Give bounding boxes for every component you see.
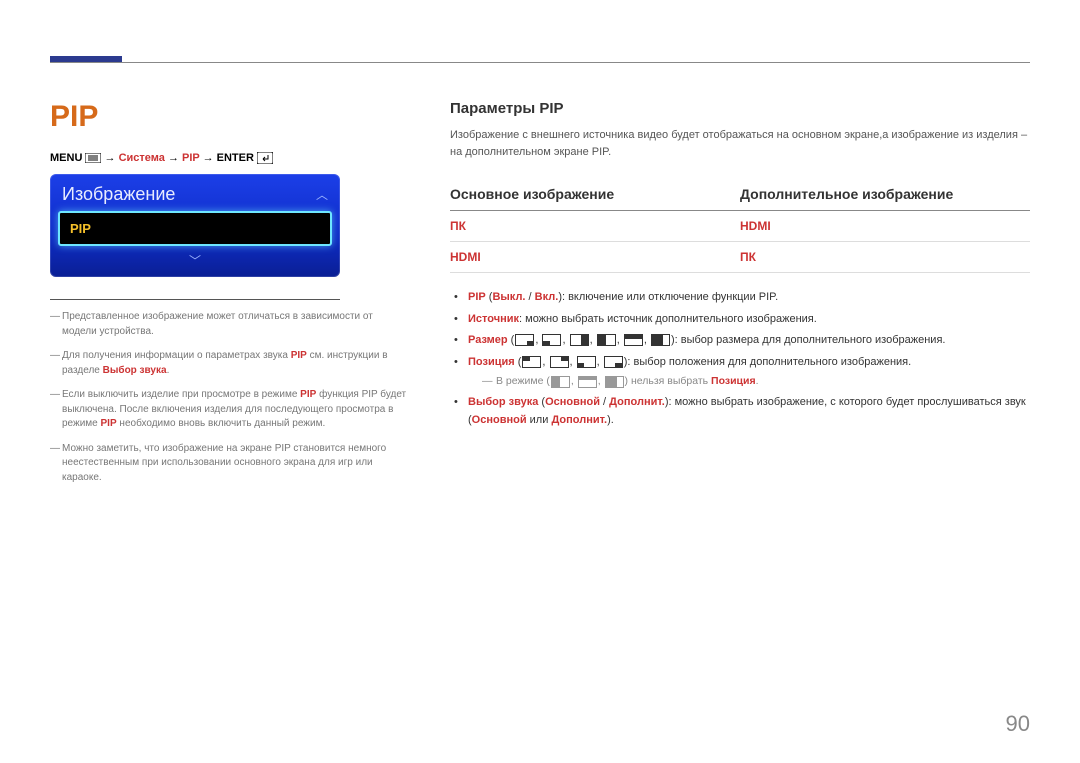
footnote: Если выключить изделие при просмотре в р… bbox=[50, 388, 410, 432]
osd-heading: Изображение bbox=[62, 184, 316, 205]
menu-path: MENU → Система → PIP → ENTER bbox=[50, 152, 410, 164]
table-header: Основное изображение Дополнительное изоб… bbox=[450, 178, 1030, 211]
right-column: Параметры PIP Изображение с внешнего ист… bbox=[450, 100, 1030, 433]
osd-selected-item: PIP bbox=[58, 211, 332, 246]
options-list: PIP (Выкл. / Вкл.): включение или отключ… bbox=[450, 289, 1030, 429]
chevron-down-icon: ﹀ bbox=[50, 252, 340, 277]
bc-enter: ENTER bbox=[217, 152, 254, 164]
header-rule bbox=[50, 62, 1030, 63]
table-row: HDMI ПК bbox=[450, 242, 1030, 273]
position-icon bbox=[550, 356, 569, 368]
osd-preview: Изображение ︿ PIP ﹀ bbox=[50, 174, 340, 277]
enter-icon bbox=[257, 152, 273, 164]
header-accent bbox=[50, 56, 122, 62]
arrow-icon: → bbox=[105, 152, 119, 164]
col-main: Основное изображение bbox=[450, 186, 614, 202]
col-sub: Дополнительное изображение bbox=[740, 186, 953, 202]
list-item: Выбор звука (Основной / Дополнит.): можн… bbox=[454, 394, 1030, 429]
notes-divider bbox=[50, 299, 340, 300]
page-title: PIP bbox=[50, 100, 410, 134]
footnote: Для получения информации о параметрах зв… bbox=[50, 349, 410, 378]
mode-icon bbox=[605, 376, 624, 388]
list-item: Источник: можно выбрать источник дополни… bbox=[454, 311, 1030, 329]
source-table: Основное изображение Дополнительное изоб… bbox=[450, 178, 1030, 273]
arrow-icon: → bbox=[203, 152, 217, 164]
bc-menu: MENU bbox=[50, 152, 82, 164]
footnote: Представленное изображение может отличат… bbox=[50, 310, 410, 339]
menu-icon bbox=[85, 152, 101, 164]
size-icon bbox=[542, 334, 561, 346]
position-icon bbox=[522, 356, 541, 368]
size-icon bbox=[515, 334, 534, 346]
table-row: ПК HDMI bbox=[450, 211, 1030, 242]
size-icon bbox=[624, 334, 643, 346]
list-item: PIP (Выкл. / Вкл.): включение или отключ… bbox=[454, 289, 1030, 307]
bc-system: Система bbox=[119, 152, 165, 164]
cell: HDMI bbox=[740, 211, 1030, 242]
size-icon bbox=[570, 334, 589, 346]
list-item: Размер (, , , , , ): выбор размера для д… bbox=[454, 332, 1030, 350]
chevron-up-icon: ︿ bbox=[316, 186, 328, 203]
position-icon bbox=[577, 356, 596, 368]
section-heading: Параметры PIP bbox=[450, 100, 1030, 117]
page-number: 90 bbox=[1006, 711, 1030, 737]
position-icon bbox=[604, 356, 623, 368]
mode-icon bbox=[578, 376, 597, 388]
footnote: Можно заметить, что изображение на экран… bbox=[50, 442, 410, 486]
list-item: Позиция (, , , ): выбор положения для до… bbox=[454, 354, 1030, 390]
cell: HDMI bbox=[450, 242, 740, 273]
size-icon bbox=[651, 334, 670, 346]
section-intro: Изображение с внешнего источника видео б… bbox=[450, 127, 1030, 160]
mode-icon bbox=[551, 376, 570, 388]
arrow-icon: → bbox=[168, 152, 182, 164]
cell: ПК bbox=[740, 242, 1030, 273]
bc-pip: PIP bbox=[182, 152, 200, 164]
size-icon bbox=[597, 334, 616, 346]
cell: ПК bbox=[450, 211, 740, 242]
sub-note: В режиме (, , ) нельзя выбрать Позиция. bbox=[468, 373, 1030, 390]
left-column: PIP MENU → Система → PIP → ENTER Изображ… bbox=[50, 100, 410, 495]
